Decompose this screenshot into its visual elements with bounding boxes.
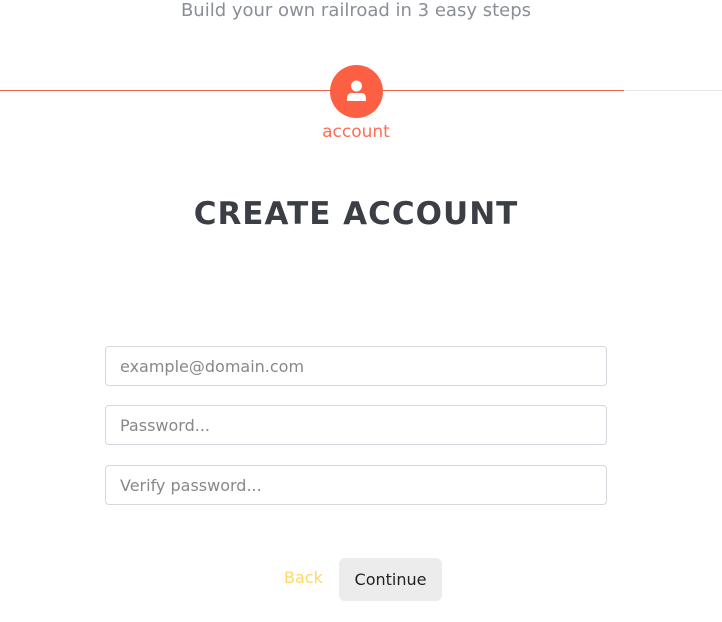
- continue-button[interactable]: Continue: [339, 558, 442, 601]
- page-subtitle: Build your own railroad in 3 easy steps: [180, 0, 532, 21]
- step-account-label: account: [322, 122, 390, 142]
- progress-line-remaining: [624, 90, 722, 91]
- password-field[interactable]: [105, 405, 607, 445]
- page-title: CREATE ACCOUNT: [193, 196, 519, 232]
- email-field[interactable]: [105, 346, 607, 386]
- back-button[interactable]: Back: [284, 568, 323, 587]
- user-icon: [347, 80, 366, 101]
- progress-line-completed: [0, 90, 624, 91]
- verify-password-field[interactable]: [105, 465, 607, 505]
- step-account-indicator: [330, 65, 383, 118]
